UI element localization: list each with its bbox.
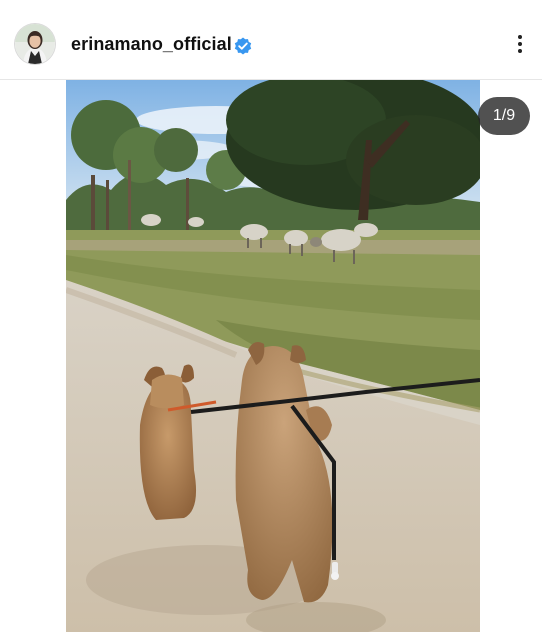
username[interactable]: erinamano_official (71, 34, 232, 55)
image-counter: 1/9 (478, 97, 530, 135)
post-photo[interactable] (66, 80, 480, 632)
avatar[interactable] (15, 24, 55, 64)
photo-image (66, 80, 480, 632)
verified-badge-icon (234, 37, 252, 55)
more-options-button[interactable] (509, 30, 531, 58)
post-header: erinamano_official (0, 0, 542, 80)
avatar-image (15, 24, 55, 64)
more-vertical-icon (518, 35, 522, 39)
